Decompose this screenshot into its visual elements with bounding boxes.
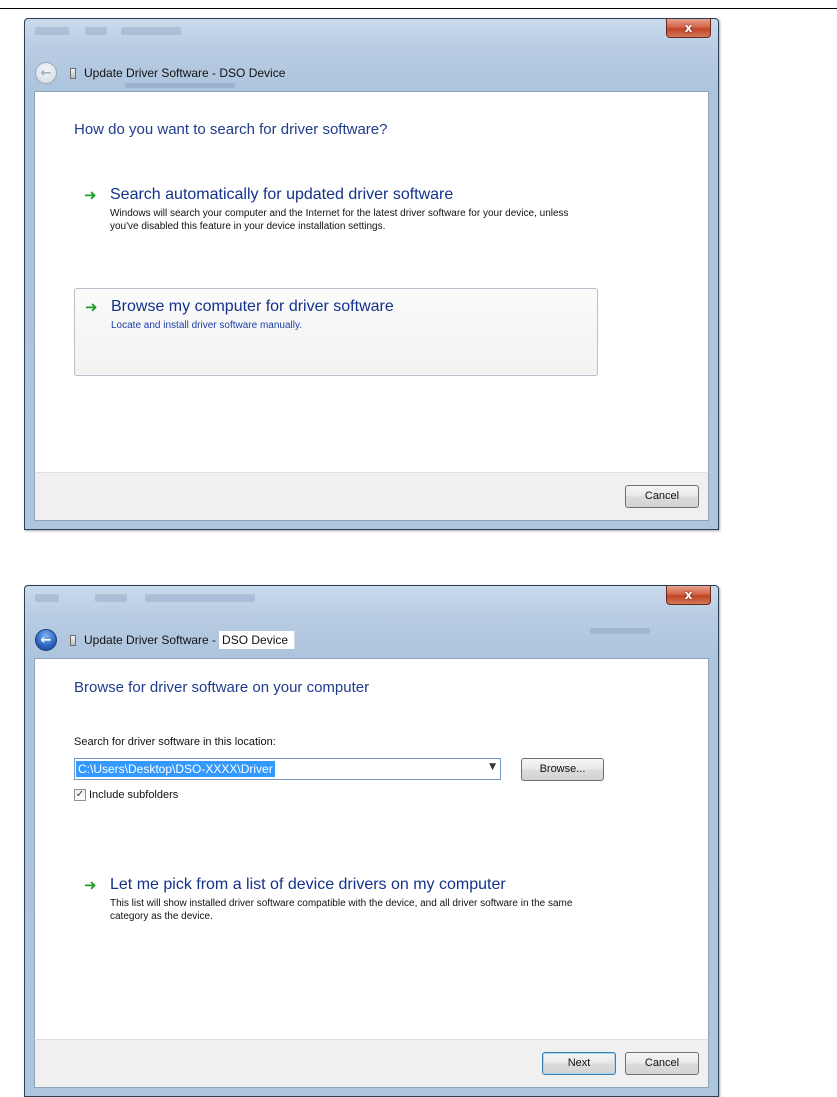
option-description: Windows will search your computer and th…: [110, 208, 569, 232]
dialog-footer: Next Cancel: [34, 1039, 709, 1088]
driver-path-value: C:\Users\Desktop\DSO-XXXX\Driver: [76, 761, 275, 777]
browse-computer-option[interactable]: ➜ Browse my computer for driver software…: [74, 288, 598, 376]
cancel-button[interactable]: Cancel: [625, 485, 699, 508]
background-ghost: [145, 594, 255, 602]
driver-path-combobox[interactable]: C:\Users\Desktop\DSO-XXXX\Driver ▼: [74, 758, 501, 780]
close-button[interactable]: x: [666, 586, 711, 605]
dialog-title: Update Driver Software - DSO Device: [84, 66, 286, 80]
green-arrow-icon: ➜: [85, 298, 98, 316]
option-title: Browse my computer for driver software: [111, 298, 394, 315]
background-ghost: [590, 628, 650, 634]
green-arrow-icon: ➜: [84, 186, 97, 204]
dialog-content: How do you want to search for driver sof…: [34, 91, 709, 472]
search-automatically-option[interactable]: ➜ Search automatically for updated drive…: [74, 177, 598, 241]
back-arrow-icon: ←: [40, 65, 52, 81]
include-subfolders-row[interactable]: ✓ Include subfolders: [74, 789, 178, 801]
cancel-button[interactable]: Cancel: [625, 1052, 699, 1075]
dialog-footer: Cancel: [34, 472, 709, 521]
dialog-content: Browse for driver software on your compu…: [34, 658, 709, 1039]
dialog-title-prefix: Update Driver Software -: [84, 633, 217, 647]
background-ghost: [35, 594, 59, 602]
back-arrow-icon: ←: [40, 632, 52, 648]
include-subfolders-label: Include subfolders: [89, 789, 179, 801]
pick-from-list-option[interactable]: ➜ Let me pick from a list of device driv…: [74, 867, 598, 931]
page-heading: How do you want to search for driver sof…: [74, 121, 388, 138]
chevron-down-icon[interactable]: ▼: [489, 762, 496, 772]
browse-button[interactable]: Browse...: [521, 758, 604, 781]
option-description: Locate and install driver software manua…: [111, 320, 303, 331]
option-description: This list will show installed driver sof…: [110, 898, 573, 922]
back-button[interactable]: ←: [35, 62, 57, 84]
update-driver-dialog-browse: x ← Update Driver Software - DSO Device …: [24, 585, 719, 1097]
option-title: Search automatically for updated driver …: [110, 186, 454, 203]
background-ghost: [35, 27, 69, 35]
back-button[interactable]: ←: [35, 629, 57, 651]
search-location-label: Search for driver software in this locat…: [74, 736, 276, 748]
page-top-rule: [0, 8, 837, 9]
include-subfolders-checkbox[interactable]: ✓: [74, 789, 86, 801]
usb-device-icon: [70, 67, 76, 79]
update-driver-dialog-search: x ← Update Driver Software - DSO Device …: [24, 18, 719, 530]
title-bar: ← Update Driver Software - DSO Device: [35, 628, 296, 652]
close-button[interactable]: x: [666, 19, 711, 38]
close-icon: x: [684, 588, 693, 602]
title-bar: ← Update Driver Software - DSO Device: [35, 61, 285, 85]
close-icon: x: [684, 21, 693, 35]
background-ghost: [95, 594, 127, 602]
dialog-title-device: DSO Device: [219, 631, 296, 649]
next-button[interactable]: Next: [542, 1052, 616, 1075]
background-ghost: [85, 27, 107, 35]
option-title: Let me pick from a list of device driver…: [110, 876, 506, 893]
green-arrow-icon: ➜: [84, 876, 97, 894]
usb-device-icon: [70, 634, 76, 646]
page-heading: Browse for driver software on your compu…: [74, 679, 370, 696]
background-ghost: [121, 27, 181, 35]
